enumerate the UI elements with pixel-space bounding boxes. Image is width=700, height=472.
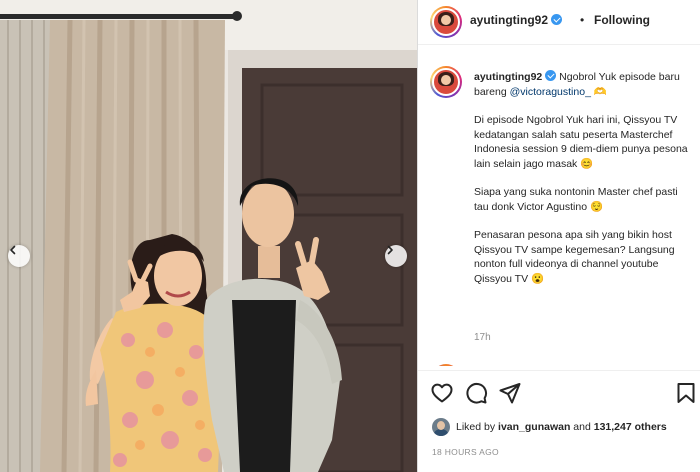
caption-username-link[interactable]: ayutingting92: [474, 71, 542, 83]
caption-line1-tail: 🫶: [590, 85, 607, 98]
likes-count-link[interactable]: 131,247 others: [594, 421, 667, 433]
following-button[interactable]: Following: [594, 13, 650, 27]
action-bar: [418, 370, 700, 414]
post-photo[interactable]: [0, 0, 417, 472]
post-details-panel: ayutingting92 • Following ayutingting92 …: [417, 0, 700, 472]
next-photo-button[interactable]: [385, 245, 407, 267]
verified-badge-icon: [545, 70, 557, 81]
comment-avatar[interactable]: [432, 364, 460, 366]
heart-icon[interactable]: [430, 381, 454, 405]
post-caption: ayutingting92 Ngobrol Yuk episode baru b…: [474, 70, 689, 300]
comment-bubble-icon[interactable]: [464, 381, 488, 405]
verified-badge-icon: [551, 14, 563, 25]
comments-section: ayutingting92 Ngobrol Yuk episode baru b…: [418, 46, 700, 366]
liker-avatar[interactable]: [432, 418, 450, 436]
liker-username-link[interactable]: ivan_gunawan: [498, 421, 570, 433]
caption-paragraph-4: Penasaran pesona apa sih yang bikin host…: [474, 229, 675, 285]
author-username-link[interactable]: ayutingting92: [470, 13, 563, 27]
chevron-right-icon: [387, 245, 393, 255]
caption-author-avatar[interactable]: [430, 66, 462, 98]
photo-scene: [0, 0, 417, 472]
separator-dot: •: [580, 13, 585, 27]
caption-timestamp[interactable]: 17h: [474, 332, 491, 343]
mention-link[interactable]: @victoragustino_: [510, 86, 591, 98]
caption-paragraph-3: Siapa yang suka nontonin Master chef pas…: [474, 186, 678, 213]
bookmark-icon[interactable]: [674, 381, 698, 405]
chevron-left-icon: [10, 245, 16, 255]
previous-photo-button[interactable]: [8, 245, 30, 267]
paper-plane-icon[interactable]: [498, 381, 522, 405]
likes-text: Liked by ivan_gunawan and 131,247 others: [456, 421, 667, 433]
post-timestamp[interactable]: 18 HOURS AGO: [432, 447, 499, 457]
author-avatar[interactable]: [430, 6, 462, 38]
post-header: ayutingting92 • Following: [418, 0, 700, 45]
caption-paragraph-2: Di episode Ngobrol Yuk hari ini, Qissyou…: [474, 114, 688, 170]
likes-summary: Liked by ivan_gunawan and 131,247 others: [432, 418, 697, 438]
